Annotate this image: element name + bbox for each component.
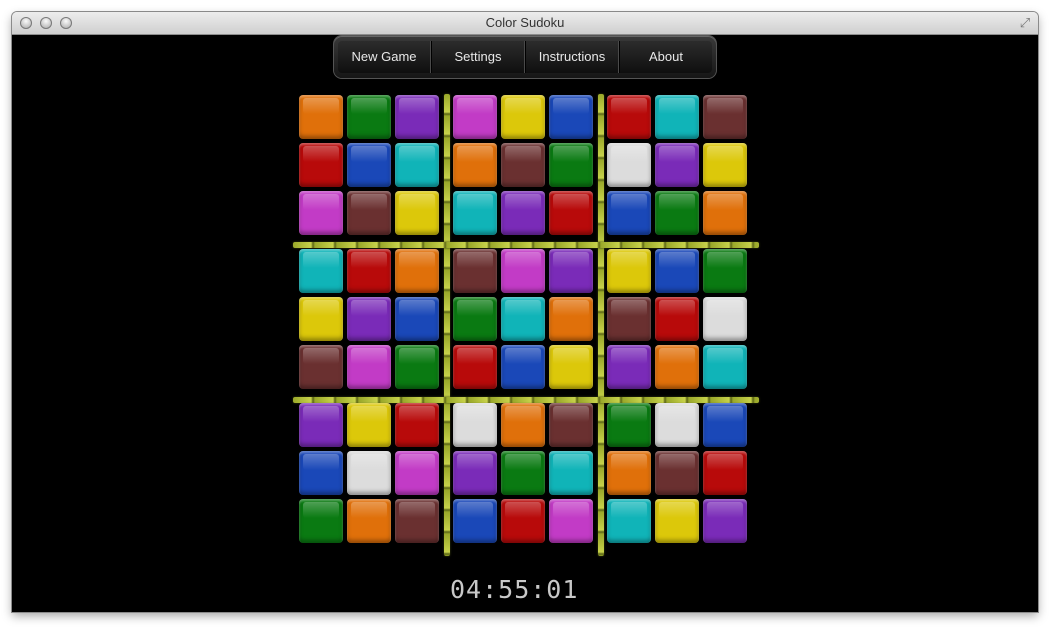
tile-green[interactable] <box>453 297 497 341</box>
tile-teal[interactable] <box>607 499 651 543</box>
tile-teal[interactable] <box>501 297 545 341</box>
tile-blue[interactable] <box>395 297 439 341</box>
tile-orange[interactable] <box>607 451 651 495</box>
tile-red[interactable] <box>299 143 343 187</box>
tile-brown[interactable] <box>607 297 651 341</box>
new-game-button[interactable]: New Game <box>338 41 431 73</box>
tile-orange[interactable] <box>501 403 545 447</box>
block-divider-vertical <box>444 94 450 556</box>
tile-brown[interactable] <box>347 191 391 235</box>
tile-purple[interactable] <box>395 95 439 139</box>
tile-purple[interactable] <box>655 143 699 187</box>
tile-white[interactable] <box>655 403 699 447</box>
tile-red[interactable] <box>549 191 593 235</box>
tile-green[interactable] <box>501 451 545 495</box>
tile-white[interactable] <box>453 403 497 447</box>
tile-white[interactable] <box>703 297 747 341</box>
tile-blue[interactable] <box>703 403 747 447</box>
tile-magenta[interactable] <box>347 345 391 389</box>
tile-yellow[interactable] <box>299 297 343 341</box>
tile-purple[interactable] <box>703 499 747 543</box>
tile-red[interactable] <box>703 451 747 495</box>
tile-teal[interactable] <box>299 249 343 293</box>
tile-teal[interactable] <box>453 191 497 235</box>
about-button[interactable]: About <box>619 41 712 73</box>
tile-brown[interactable] <box>395 499 439 543</box>
title-bar: Color Sudoku ⤢ <box>12 12 1038 35</box>
tile-purple[interactable] <box>347 297 391 341</box>
tile-blue[interactable] <box>347 143 391 187</box>
tile-brown[interactable] <box>703 95 747 139</box>
tile-green[interactable] <box>655 191 699 235</box>
tile-brown[interactable] <box>299 345 343 389</box>
tile-green[interactable] <box>395 345 439 389</box>
menu-bar: New Game Settings Instructions About <box>334 36 716 78</box>
tile-orange[interactable] <box>453 143 497 187</box>
tile-teal[interactable] <box>703 345 747 389</box>
tile-white[interactable] <box>607 143 651 187</box>
tile-purple[interactable] <box>299 403 343 447</box>
tile-orange[interactable] <box>299 95 343 139</box>
tile-yellow[interactable] <box>501 95 545 139</box>
tile-magenta[interactable] <box>501 249 545 293</box>
instructions-button[interactable]: Instructions <box>525 41 619 73</box>
game-area: New Game Settings Instructions About 04:… <box>12 35 1038 612</box>
tile-blue[interactable] <box>453 499 497 543</box>
tile-orange[interactable] <box>655 345 699 389</box>
block-divider-vertical <box>598 94 604 556</box>
block-divider-horizontal <box>293 242 759 248</box>
tile-blue[interactable] <box>655 249 699 293</box>
tile-red[interactable] <box>347 249 391 293</box>
app-window: Color Sudoku ⤢ New Game Settings Instruc… <box>12 12 1038 612</box>
tile-orange[interactable] <box>549 297 593 341</box>
tile-yellow[interactable] <box>395 191 439 235</box>
tile-yellow[interactable] <box>703 143 747 187</box>
tile-green[interactable] <box>607 403 651 447</box>
tile-red[interactable] <box>655 297 699 341</box>
tile-magenta[interactable] <box>453 95 497 139</box>
tile-brown[interactable] <box>453 249 497 293</box>
tile-red[interactable] <box>453 345 497 389</box>
tile-orange[interactable] <box>347 499 391 543</box>
tile-red[interactable] <box>501 499 545 543</box>
tile-green[interactable] <box>299 499 343 543</box>
tile-teal[interactable] <box>395 143 439 187</box>
tile-blue[interactable] <box>549 95 593 139</box>
tile-yellow[interactable] <box>607 249 651 293</box>
sudoku-board <box>293 94 759 556</box>
tile-brown[interactable] <box>655 451 699 495</box>
window-title: Color Sudoku <box>485 15 565 30</box>
tile-brown[interactable] <box>501 143 545 187</box>
settings-button[interactable]: Settings <box>431 41 525 73</box>
tile-purple[interactable] <box>453 451 497 495</box>
tile-magenta[interactable] <box>395 451 439 495</box>
tile-yellow[interactable] <box>347 403 391 447</box>
tile-teal[interactable] <box>549 451 593 495</box>
game-timer: 04:55:01 <box>450 575 579 604</box>
tile-red[interactable] <box>395 403 439 447</box>
tile-blue[interactable] <box>501 345 545 389</box>
tile-green[interactable] <box>549 143 593 187</box>
fullscreen-icon[interactable]: ⤢ <box>1018 16 1032 30</box>
tile-yellow[interactable] <box>655 499 699 543</box>
tile-magenta[interactable] <box>299 191 343 235</box>
tile-yellow[interactable] <box>549 345 593 389</box>
tile-green[interactable] <box>347 95 391 139</box>
tile-blue[interactable] <box>607 191 651 235</box>
tile-teal[interactable] <box>655 95 699 139</box>
tile-blue[interactable] <box>299 451 343 495</box>
tile-brown[interactable] <box>549 403 593 447</box>
tile-white[interactable] <box>347 451 391 495</box>
tile-green[interactable] <box>703 249 747 293</box>
tile-magenta[interactable] <box>549 499 593 543</box>
tile-purple[interactable] <box>607 345 651 389</box>
tile-orange[interactable] <box>703 191 747 235</box>
tile-red[interactable] <box>607 95 651 139</box>
tile-purple[interactable] <box>549 249 593 293</box>
tile-purple[interactable] <box>501 191 545 235</box>
tile-orange[interactable] <box>395 249 439 293</box>
